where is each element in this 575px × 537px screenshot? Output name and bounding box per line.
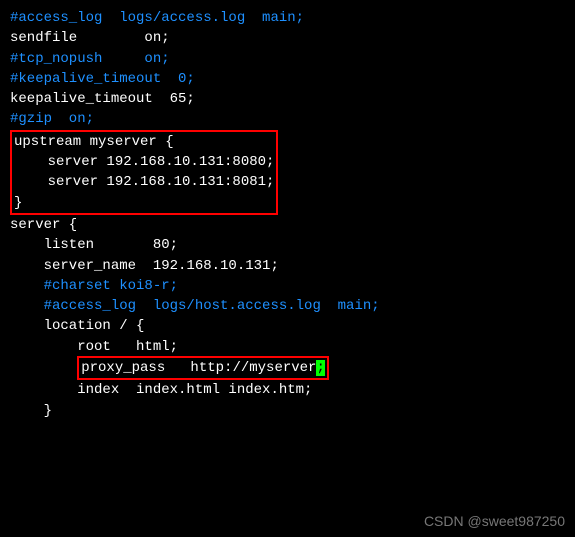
cursor-icon: ;	[316, 360, 324, 376]
directive-index: index index.html index.htm;	[10, 380, 565, 400]
directive-keepalive: keepalive_timeout 65;	[10, 89, 565, 109]
comment-line: #keepalive_timeout 0;	[10, 69, 565, 89]
comment-line: #charset koi8-r;	[10, 276, 565, 296]
upstream-open: upstream myserver {	[14, 132, 274, 152]
upstream-server-1: server 192.168.10.131:8080;	[14, 152, 274, 172]
directive-sendfile: sendfile on;	[10, 28, 565, 48]
proxy-pass-highlight-box: proxy_pass http://myserver;	[77, 356, 329, 380]
proxy-pass-line: proxy_pass http://myserver;	[10, 357, 565, 380]
upstream-server-2: server 192.168.10.131:8081;	[14, 172, 274, 192]
directive-listen: listen 80;	[10, 235, 565, 255]
upstream-close: }	[14, 193, 274, 213]
comment-line: #tcp_nopush on;	[10, 49, 565, 69]
indent	[10, 360, 77, 376]
comment-line: #access_log logs/host.access.log main;	[10, 296, 565, 316]
watermark: CSDN @sweet987250	[424, 511, 565, 531]
location-open: location / {	[10, 316, 565, 336]
proxy-pass-text: proxy_pass http://myserver	[81, 360, 316, 376]
server-open: server {	[10, 215, 565, 235]
upstream-highlight-box: upstream myserver { server 192.168.10.13…	[10, 130, 278, 215]
comment-line: #access_log logs/access.log main;	[10, 8, 565, 28]
directive-root: root html;	[10, 337, 565, 357]
comment-line: #gzip on;	[10, 109, 565, 129]
directive-server-name: server_name 192.168.10.131;	[10, 256, 565, 276]
location-close: }	[10, 401, 565, 421]
